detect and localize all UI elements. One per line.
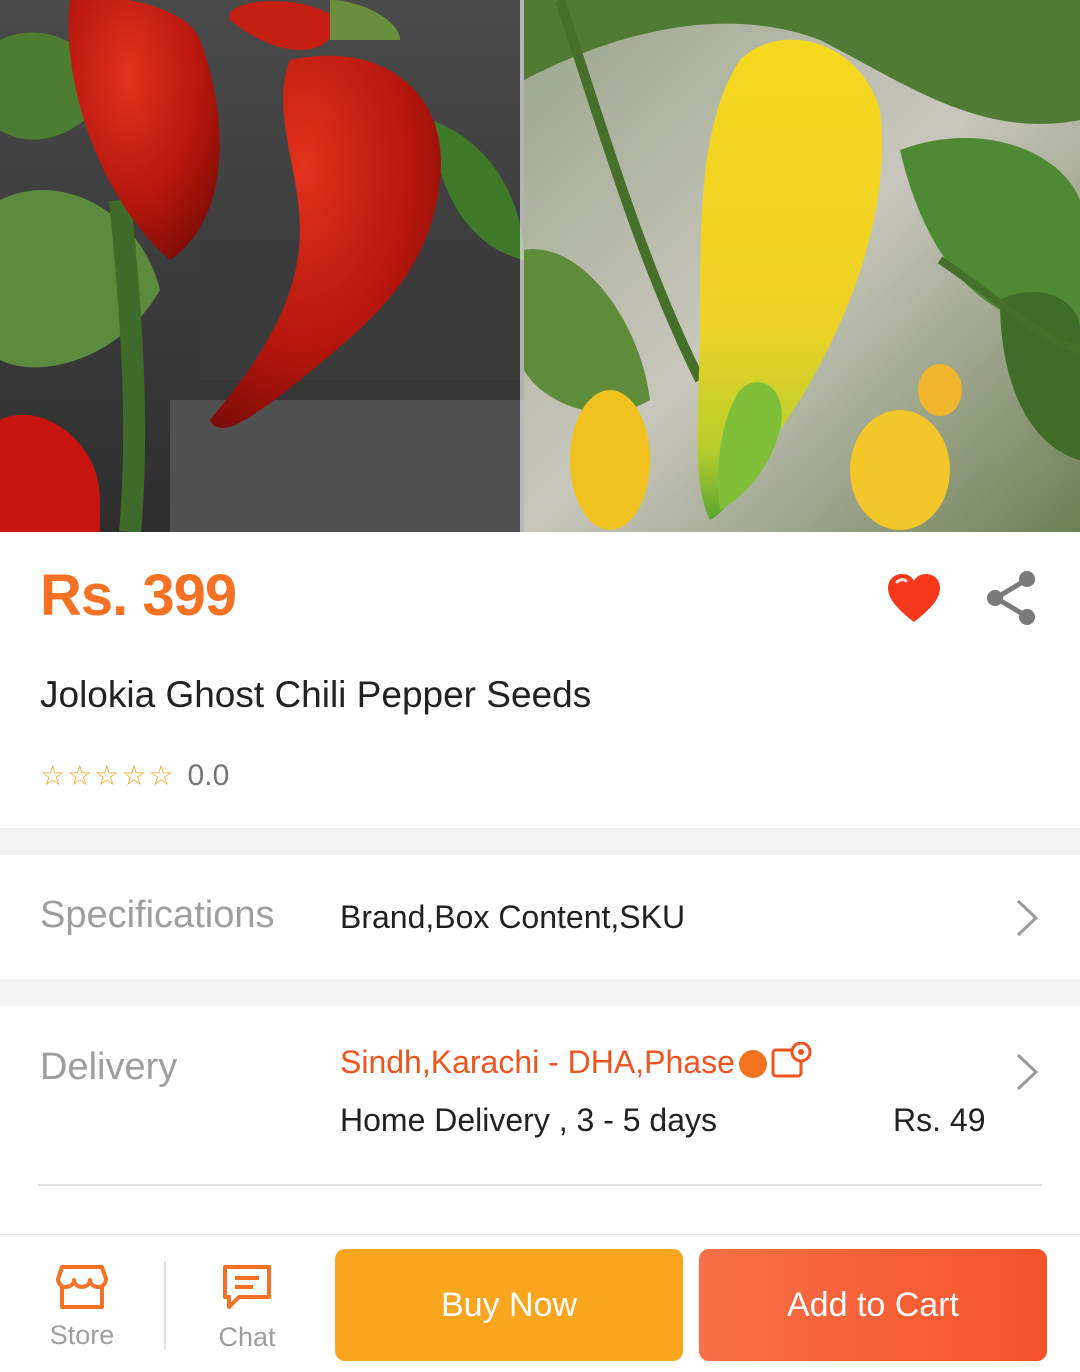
product-photo <box>0 0 1080 532</box>
heart-icon <box>888 574 940 622</box>
star-icon: ☆ <box>40 760 66 791</box>
nav-separator <box>164 1261 166 1349</box>
star-icon: ☆ <box>148 760 174 791</box>
star-icon: ☆ <box>67 760 93 791</box>
rating-stars: ☆ ☆ ☆ ☆ ☆ <box>40 762 174 790</box>
chevron-right-icon[interactable] <box>1014 898 1040 938</box>
product-price: Rs. 399 <box>40 563 237 628</box>
star-icon: ☆ <box>121 760 147 791</box>
wishlist-button[interactable] <box>884 570 944 626</box>
specifications-value: Brand,Box Content,SKU <box>340 899 686 935</box>
product-summary: Rs. 399 Jolokia Ghost Chili Pepper Seeds… <box>0 532 1080 828</box>
row-divider <box>38 1184 1042 1186</box>
specifications-row[interactable]: Specifications Brand,Box Content,SKU <box>0 855 1080 979</box>
product-title: Jolokia Ghost Chili Pepper Seeds <box>40 674 592 715</box>
share-button[interactable] <box>984 568 1040 628</box>
chat-button[interactable]: Chat <box>192 1263 302 1353</box>
delivery-fee: Rs. 49 <box>893 1102 986 1138</box>
section-divider <box>0 979 1080 1006</box>
delivery-method: Home Delivery , 3 - 5 days <box>340 1102 718 1138</box>
store-icon <box>56 1265 108 1309</box>
buy-now-button[interactable]: Buy Now <box>335 1249 683 1361</box>
delivery-row[interactable]: Delivery Sindh,Karachi - DHA,Phase Home … <box>0 1006 1080 1234</box>
section-divider <box>0 828 1080 855</box>
bottom-action-bar: Store Chat Buy Now Add to Cart <box>0 1234 1080 1372</box>
store-button[interactable]: Store <box>27 1263 137 1351</box>
share-icon <box>987 571 1035 625</box>
chat-icon <box>223 1265 271 1309</box>
rating-value: 0.0 <box>187 759 230 792</box>
delivery-label: Delivery <box>40 1046 178 1088</box>
specifications-label: Specifications <box>40 894 275 936</box>
product-image[interactable] <box>0 0 1080 532</box>
add-to-cart-button[interactable]: Add to Cart <box>699 1249 1047 1361</box>
star-icon: ☆ <box>94 760 120 791</box>
chevron-right-icon[interactable] <box>1014 1052 1040 1092</box>
product-rating[interactable]: ☆ ☆ ☆ ☆ ☆ 0.0 <box>40 758 229 794</box>
delivery-location-text: Sindh,Karachi - DHA,Phase <box>340 1043 735 1080</box>
chat-label: Chat <box>218 1322 276 1352</box>
delivery-location[interactable]: Sindh,Karachi - DHA,Phase <box>340 1042 815 1082</box>
location-edit-icon <box>738 1042 812 1078</box>
store-label: Store <box>49 1320 115 1350</box>
